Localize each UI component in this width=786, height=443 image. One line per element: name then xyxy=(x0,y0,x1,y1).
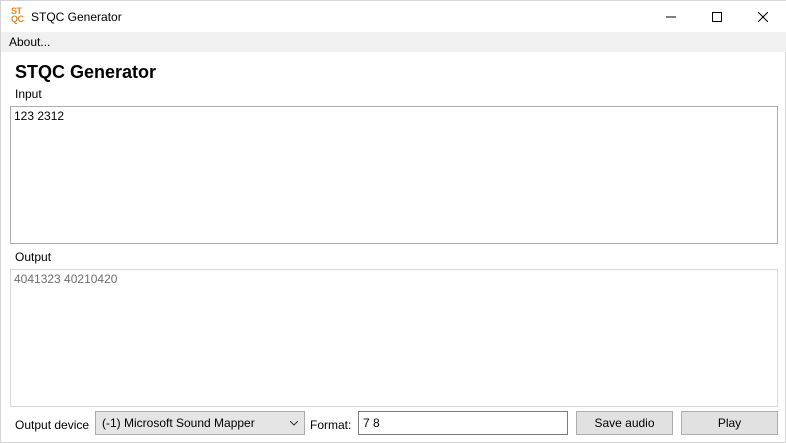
output-label: Output xyxy=(15,250,52,264)
format-label: Format: xyxy=(310,418,352,432)
minimize-button[interactable] xyxy=(648,1,694,32)
play-button[interactable]: Play xyxy=(681,411,778,435)
menu-about[interactable]: About... xyxy=(9,35,50,49)
input-label: Input xyxy=(15,87,42,101)
save-audio-button[interactable]: Save audio xyxy=(576,411,673,435)
output-device-label: Output device xyxy=(15,418,90,432)
app-icon: ST QC xyxy=(11,6,24,24)
close-icon xyxy=(758,11,768,22)
page-title: STQC Generator xyxy=(15,62,157,82)
window-title: STQC Generator xyxy=(31,10,122,24)
app-window: ST QC STQC Generator About... STQC Gener… xyxy=(0,0,786,443)
format-input[interactable]: 7 8 xyxy=(358,411,568,435)
close-button[interactable] xyxy=(740,1,786,32)
input-textarea[interactable]: 123 2312 xyxy=(10,106,778,244)
output-device-select[interactable]: (-1) Microsoft Sound Mapper xyxy=(95,411,305,435)
output-textarea[interactable]: 4041323 40210420 xyxy=(10,269,778,407)
minimize-icon xyxy=(666,16,676,17)
chevron-down-icon xyxy=(290,421,298,426)
maximize-button[interactable] xyxy=(694,1,740,32)
output-device-value: (-1) Microsoft Sound Mapper xyxy=(102,416,255,430)
menu-bar: About... xyxy=(1,32,786,52)
maximize-icon xyxy=(712,11,722,22)
title-bar[interactable]: ST QC STQC Generator xyxy=(1,1,786,32)
